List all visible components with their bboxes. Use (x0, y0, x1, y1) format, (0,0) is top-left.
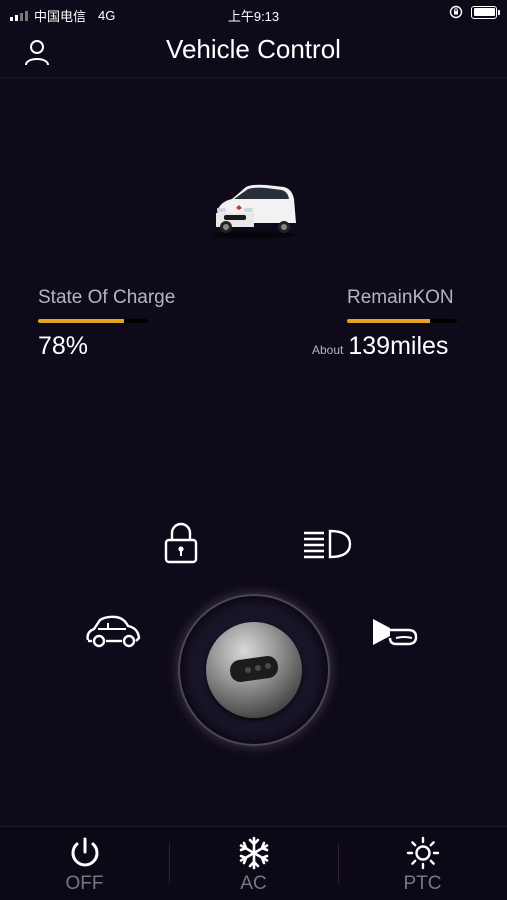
battery-icon (471, 5, 500, 19)
range-value-row: About 139miles (312, 332, 482, 361)
horn-icon[interactable] (370, 616, 420, 650)
charge-block: State Of Charge 78% (38, 287, 175, 361)
ptc-button[interactable]: PTC (338, 827, 507, 900)
charge-value: 78% (38, 332, 89, 360)
snowflake-icon (239, 836, 268, 870)
off-button[interactable]: OFF (0, 827, 169, 900)
lock-icon[interactable] (162, 522, 200, 564)
ac-label: AC (240, 873, 267, 894)
key-button-ring (178, 594, 330, 746)
charge-bar-fill (38, 319, 124, 323)
range-bar (347, 319, 457, 323)
status-right (449, 5, 500, 19)
range-value: 139miles (348, 332, 449, 360)
bottom-bar: OFF AC PTC (0, 826, 507, 900)
range-prefix: About (312, 343, 344, 357)
range-label: RemainKON (347, 287, 454, 308)
range-bar-fill (347, 319, 430, 323)
key-button[interactable] (206, 622, 302, 718)
sun-icon (406, 836, 439, 870)
power-icon (71, 837, 98, 867)
range-block: RemainKON About 139miles (312, 287, 482, 361)
status-bar: 中国电信 4G 上午9:13 (0, 0, 507, 28)
ptc-label: PTC (403, 873, 442, 894)
rotation-lock-icon (449, 5, 463, 19)
page-title: Vehicle Control (166, 34, 341, 64)
car-icon[interactable] (84, 614, 142, 650)
headlight-icon[interactable] (302, 528, 354, 560)
status-time: 上午9:13 (227, 9, 280, 24)
header: Vehicle Control (0, 28, 507, 78)
off-label: OFF (65, 873, 104, 894)
vehicle-image (212, 184, 296, 239)
charge-bar (38, 319, 148, 323)
ac-button[interactable]: AC (169, 827, 338, 900)
charge-label: State Of Charge (38, 287, 176, 308)
car-key-icon (229, 656, 279, 682)
